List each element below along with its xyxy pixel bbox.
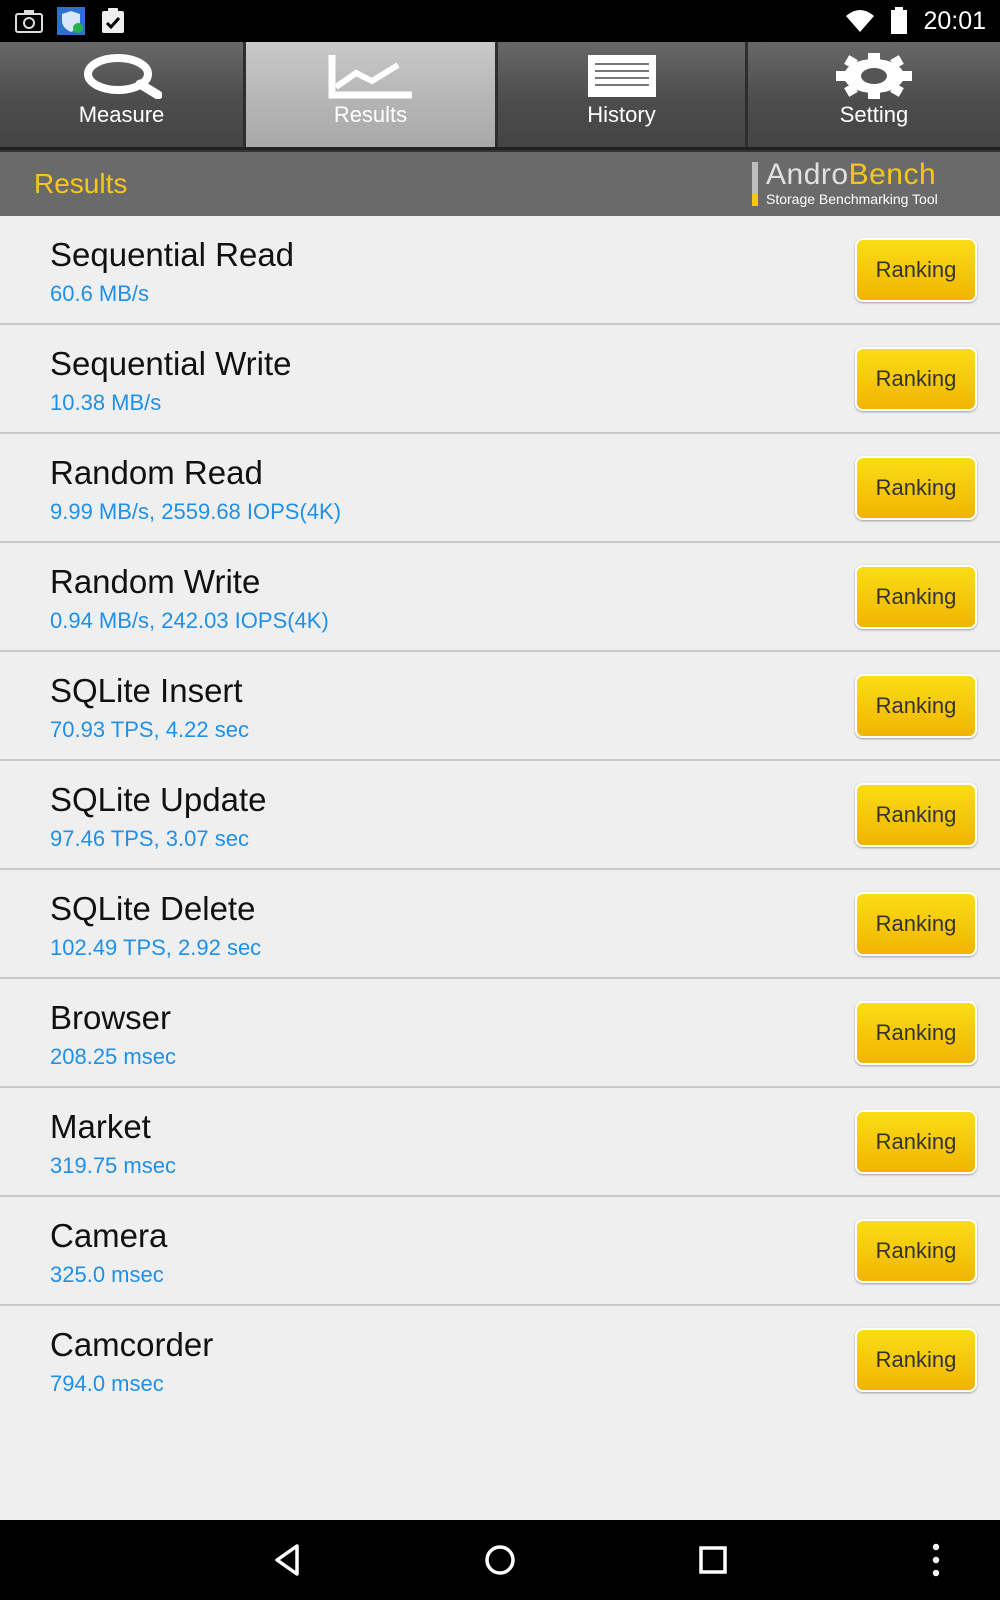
shield-icon <box>56 6 86 36</box>
clipboard-check-icon <box>98 6 128 36</box>
result-name: Camcorder <box>50 1326 214 1363</box>
result-value: 9.99 MB/s, 2559.68 IOPS(4K) <box>50 499 342 524</box>
page-title: Results <box>34 168 128 199</box>
brand-name-part2: Bench <box>848 158 937 191</box>
result-name: SQLite Delete <box>50 890 256 927</box>
result-row-sqlite-delete: SQLite Delete 102.49 TPS, 2.92 sec Ranki… <box>0 870 1000 979</box>
result-row-camcorder: Camcorder 794.0 msec Ranking <box>0 1306 1000 1415</box>
ranking-button[interactable]: Ranking <box>855 783 977 847</box>
title-strip: Results AndroBench Storage Benchmarking … <box>0 150 1000 216</box>
result-row-market: Market 319.75 msec Ranking <box>0 1088 1000 1197</box>
ranking-button[interactable]: Ranking <box>855 347 977 411</box>
result-name: Sequential Write <box>50 345 292 382</box>
result-row-sqlite-insert: SQLite Insert 70.93 TPS, 4.22 sec Rankin… <box>0 652 1000 761</box>
brand-tagline: Storage Benchmarking Tool <box>766 191 938 207</box>
result-value: 60.6 MB/s <box>50 281 150 306</box>
overflow-menu-icon <box>932 1543 940 1577</box>
tab-label: Results <box>333 102 408 127</box>
result-name: SQLite Update <box>50 781 267 818</box>
home-icon <box>485 1545 515 1575</box>
result-name: SQLite Insert <box>50 672 243 709</box>
tab-history[interactable]: History <box>498 42 748 147</box>
back-icon <box>275 1544 299 1576</box>
result-value: 70.93 TPS, 4.22 sec <box>50 717 249 742</box>
result-value: 325.0 msec <box>50 1262 164 1287</box>
tab-label: Measure <box>78 102 165 127</box>
ranking-button[interactable]: Ranking <box>855 674 977 738</box>
result-name: Market <box>50 1108 151 1145</box>
recents-button[interactable] <box>663 1520 763 1600</box>
wifi-icon <box>845 6 875 36</box>
brand-logo: AndroBench Storage Benchmarking Tool <box>752 158 982 210</box>
overflow-menu-button[interactable] <box>906 1520 966 1600</box>
result-row-random-read: Random Read 9.99 MB/s, 2559.68 IOPS(4K) … <box>0 434 1000 543</box>
ranking-button[interactable]: Ranking <box>855 238 977 302</box>
ranking-button[interactable]: Ranking <box>855 892 977 956</box>
result-value: 10.38 MB/s <box>50 390 162 415</box>
ranking-button[interactable]: Ranking <box>855 1328 977 1392</box>
tab-setting[interactable]: Setting <box>748 42 1000 147</box>
result-name: Sequential Read <box>50 236 295 273</box>
home-button[interactable] <box>450 1520 550 1600</box>
camera-icon <box>14 6 44 36</box>
recents-icon <box>699 1546 727 1574</box>
result-value: 102.49 TPS, 2.92 sec <box>50 935 262 960</box>
result-row-sequential-write: Sequential Write 10.38 MB/s Ranking <box>0 325 1000 434</box>
chart-icon <box>326 52 416 100</box>
result-name: Camera <box>50 1217 168 1254</box>
result-name: Random Read <box>50 454 263 491</box>
result-value: 794.0 msec <box>50 1371 164 1396</box>
ranking-button[interactable]: Ranking <box>855 1110 977 1174</box>
result-name: Browser <box>50 999 172 1036</box>
result-row-sqlite-update: SQLite Update 97.46 TPS, 3.07 sec Rankin… <box>0 761 1000 870</box>
result-value: 0.94 MB/s, 242.03 IOPS(4K) <box>50 608 329 633</box>
ranking-button[interactable]: Ranking <box>855 1219 977 1283</box>
navigation-bar <box>0 1520 1000 1600</box>
brand-name-part1: Andro <box>766 158 849 191</box>
list-icon <box>587 52 657 100</box>
results-list: Sequential Read 60.6 MB/s Ranking Sequen… <box>0 216 1000 1520</box>
result-name: Random Write <box>50 563 261 600</box>
tab-measure[interactable]: Measure <box>0 42 246 147</box>
result-row-camera: Camera 325.0 msec Ranking <box>0 1197 1000 1306</box>
ranking-button[interactable]: Ranking <box>855 1001 977 1065</box>
status-bar: 20:01 <box>0 0 1000 42</box>
ranking-button[interactable]: Ranking <box>855 565 977 629</box>
clock: 20:01 <box>923 6 986 35</box>
tab-bar: Measure Results History Setting <box>0 42 1000 150</box>
result-value: 208.25 msec <box>50 1044 176 1069</box>
gear-icon <box>834 52 914 100</box>
result-value: 97.46 TPS, 3.07 sec <box>50 826 249 851</box>
back-button[interactable] <box>237 1520 337 1600</box>
result-value: 319.75 msec <box>50 1153 176 1178</box>
tab-results[interactable]: Results <box>246 42 498 147</box>
result-row-sequential-read: Sequential Read 60.6 MB/s Ranking <box>0 216 1000 325</box>
battery-icon <box>889 6 909 36</box>
tab-label: History <box>587 102 656 127</box>
tab-label: Setting <box>839 102 909 127</box>
ranking-button[interactable]: Ranking <box>855 456 977 520</box>
result-row-browser: Browser 208.25 msec Ranking <box>0 979 1000 1088</box>
search-icon <box>82 52 162 100</box>
result-row-random-write: Random Write 0.94 MB/s, 242.03 IOPS(4K) … <box>0 543 1000 652</box>
